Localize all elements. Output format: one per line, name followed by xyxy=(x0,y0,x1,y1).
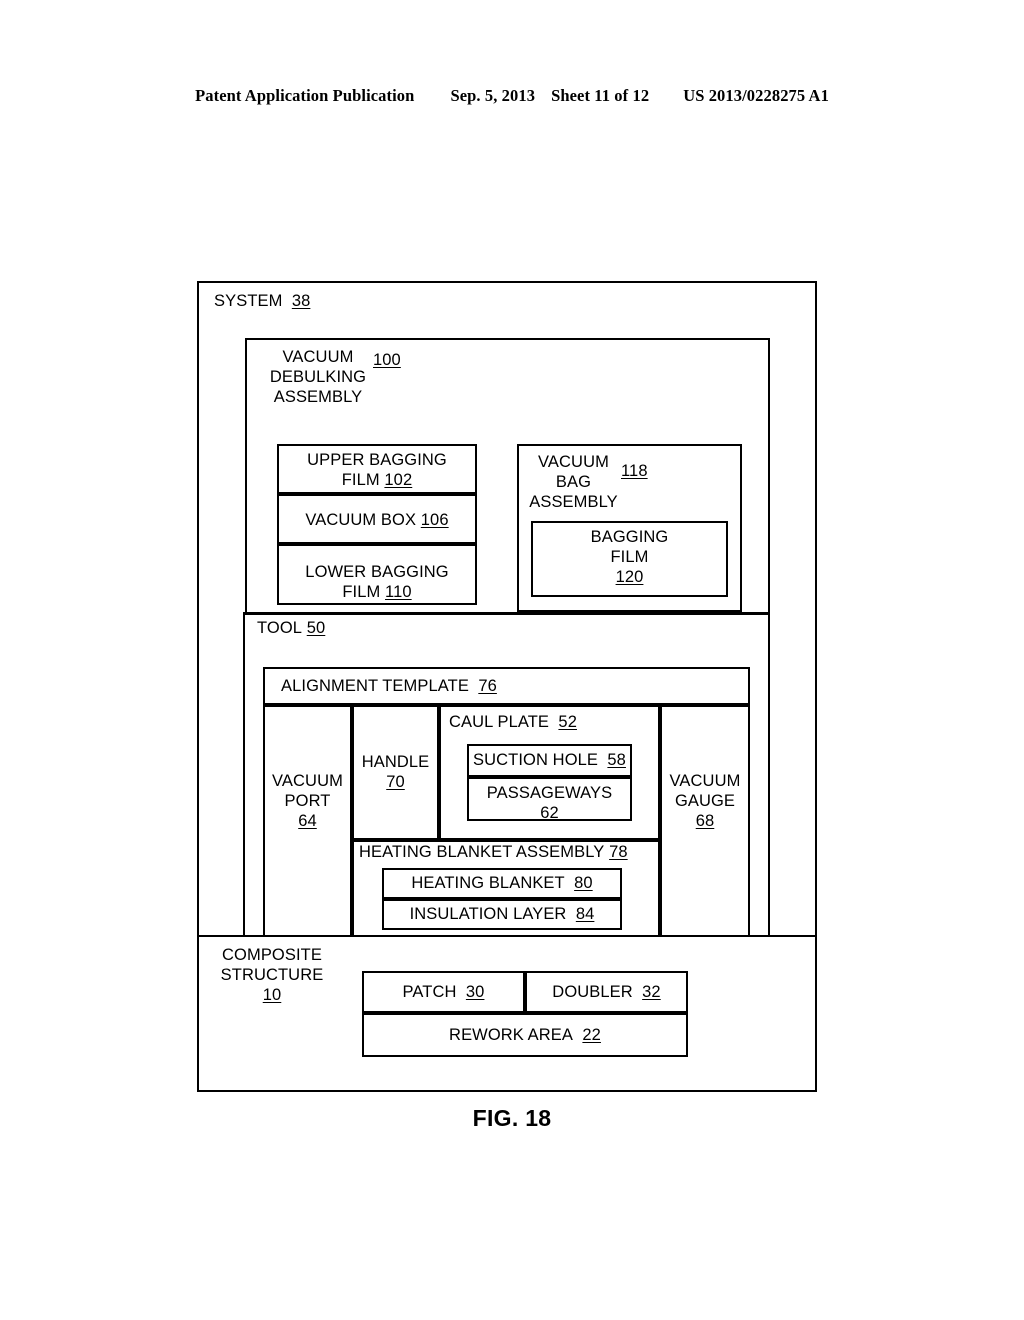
doubler-label: DOUBLER 32 xyxy=(525,982,688,1002)
heating-blanket-ref: 80 xyxy=(574,874,593,892)
vacuum-box-label-text: VACUUM BOX xyxy=(305,511,417,529)
sheet-number: Sheet 11 of 12 xyxy=(551,86,650,105)
vacuum-debulking-assembly-label: VACUUM DEBULKING ASSEMBLY xyxy=(258,347,378,407)
handle-label-text: HANDLE xyxy=(361,753,430,771)
passageways-label: PASSAGEWAYS 62 xyxy=(467,783,632,823)
bagging-film-label-line1: BAGGING xyxy=(590,528,669,546)
vacuum-port-label-line2: PORT xyxy=(284,792,331,810)
suction-hole-label-text: SUCTION HOLE xyxy=(473,751,599,769)
vacuum-port-label-line1: VACUUM xyxy=(272,772,343,790)
vda-label-line2: DEBULKING xyxy=(269,368,367,386)
vacuum-gauge-label: VACUUM GAUGE 68 xyxy=(660,771,750,831)
suction-hole-label: SUCTION HOLE 58 xyxy=(467,750,632,770)
handle-ref: 70 xyxy=(386,773,405,791)
composite-structure-label-line2: STRUCTURE xyxy=(220,966,324,984)
upper-bagging-film-label: UPPER BAGGING FILM 102 xyxy=(277,450,477,490)
vacuum-gauge-label-line2: GAUGE xyxy=(674,792,736,810)
tool-label-text: TOOL xyxy=(257,619,303,637)
rework-area-label-text: REWORK AREA xyxy=(449,1026,574,1044)
rework-area-ref: 22 xyxy=(582,1026,601,1044)
composite-structure-label: COMPOSITE STRUCTURE 10 xyxy=(209,945,335,1005)
rework-area-label: REWORK AREA 22 xyxy=(362,1025,688,1045)
alignment-template-label-text: ALIGNMENT TEMPLATE xyxy=(281,677,469,695)
vba-label-line1: VACUUM xyxy=(538,453,609,471)
vda-label-line1: VACUUM xyxy=(282,348,354,366)
system-label: SYSTEM 38 xyxy=(214,291,310,311)
insulation-layer-label-text: INSULATION LAYER xyxy=(409,905,567,923)
doubler-ref: 32 xyxy=(642,983,661,1001)
patch-label-text: PATCH xyxy=(402,983,457,1001)
lower-bagging-film-label-line1: LOWER BAGGING xyxy=(305,563,449,581)
vacuum-gauge-label-line1: VACUUM xyxy=(669,772,741,790)
lower-bagging-film-label-line2: FILM xyxy=(342,583,381,601)
bagging-film-label-line2: FILM xyxy=(610,548,649,566)
tool-ref: 50 xyxy=(306,619,326,637)
heating-blanket-assembly-label: HEATING BLANKET ASSEMBLY 78 xyxy=(359,842,628,862)
vacuum-debulking-assembly-ref: 100 xyxy=(373,351,401,369)
insulation-layer-ref: 84 xyxy=(575,905,595,923)
system-ref: 38 xyxy=(291,292,311,310)
alignment-template-ref: 76 xyxy=(478,677,497,695)
bagging-film-label: BAGGING FILM 120 xyxy=(531,527,728,587)
upper-bagging-film-ref: 102 xyxy=(384,471,413,489)
composite-structure-label-line1: COMPOSITE xyxy=(222,946,322,964)
vacuum-port-label: VACUUM PORT 64 xyxy=(263,771,352,831)
figure-caption: FIG. 18 xyxy=(472,1105,552,1131)
vba-label-line2: BAG xyxy=(555,473,592,491)
document-number: US 2013/0228275 A1 xyxy=(683,86,829,105)
heating-blanket-assembly-label-text: HEATING BLANKET ASSEMBLY xyxy=(359,843,605,861)
vda-label-line3: ASSEMBLY xyxy=(273,388,363,406)
upper-bagging-film-label-line2: FILM xyxy=(341,471,380,489)
heating-blanket-label-text: HEATING BLANKET xyxy=(411,874,565,892)
heating-blanket-label: HEATING BLANKET 80 xyxy=(382,873,622,893)
publication-title: Patent Application Publication xyxy=(195,86,415,105)
handle-label: HANDLE 70 xyxy=(352,752,439,792)
lower-bagging-film-ref: 110 xyxy=(385,583,412,601)
vacuum-box-label: VACUUM BOX 106 xyxy=(277,510,477,530)
vacuum-gauge-ref: 68 xyxy=(695,812,715,830)
doubler-label-text: DOUBLER xyxy=(552,983,633,1001)
passageways-label-text: PASSAGEWAYS xyxy=(486,784,613,802)
patch-label: PATCH 30 xyxy=(362,982,525,1002)
suction-hole-ref: 58 xyxy=(607,751,626,769)
vba-label-line3: ASSEMBLY xyxy=(529,493,618,511)
lower-bagging-film-label: LOWER BAGGING FILM 110 xyxy=(277,562,477,602)
vacuum-box-ref: 106 xyxy=(420,511,449,529)
system-label-text: SYSTEM xyxy=(214,292,283,310)
upper-bagging-film-label-line1: UPPER BAGGING xyxy=(307,451,447,469)
caul-plate-label-text: CAUL PLATE xyxy=(449,713,550,731)
caul-plate-ref: 52 xyxy=(558,713,577,731)
vacuum-bag-assembly-label: VACUUM BAG ASSEMBLY xyxy=(521,452,626,512)
alignment-template-label: ALIGNMENT TEMPLATE 76 xyxy=(281,676,497,696)
publication-date: Sep. 5, 2013 xyxy=(450,86,536,105)
patch-ref: 30 xyxy=(465,983,485,1001)
insulation-layer-label: INSULATION LAYER 84 xyxy=(382,904,622,924)
vacuum-port-ref: 64 xyxy=(298,812,317,830)
caul-plate-label: CAUL PLATE 52 xyxy=(449,712,577,732)
heating-blanket-assembly-ref: 78 xyxy=(609,843,628,861)
patent-header: Patent Application Publication Sep. 5, 20… xyxy=(0,86,1024,106)
tool-label: TOOL 50 xyxy=(257,618,325,638)
vacuum-bag-assembly-ref: 118 xyxy=(621,462,648,480)
passageways-ref: 62 xyxy=(540,804,559,822)
composite-structure-ref: 10 xyxy=(262,986,282,1004)
bagging-film-ref: 120 xyxy=(615,568,644,586)
